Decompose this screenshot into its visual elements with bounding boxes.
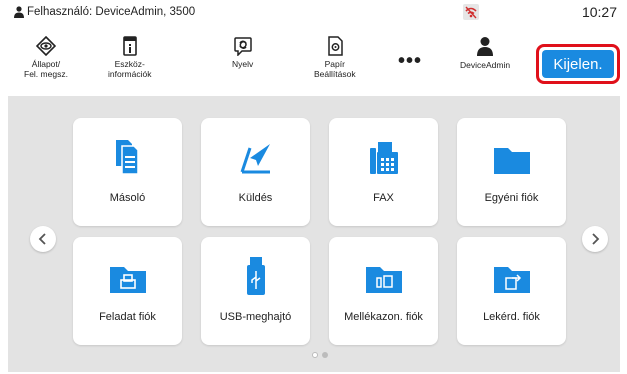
page-dot-current [312,352,318,358]
tile-label: Lekérd. fiók [483,311,540,323]
status-eye-icon [35,36,56,56]
logged-in-user: Felhasználó: DeviceAdmin, 3500 [14,6,195,18]
paper-settings-button[interactable]: Papír Beállítások [314,36,356,79]
device-info-icon [122,36,137,56]
language-button[interactable]: Nyelv [232,36,253,69]
usb-icon [246,257,265,295]
send-icon [240,144,270,174]
more-options-button[interactable]: ••• [398,51,422,71]
tile-label: Egyéni fiók [484,192,539,204]
user-account-button[interactable]: DeviceAdmin [460,36,510,70]
language-label: Nyelv [232,59,254,69]
status-label-1: Állapot/ [31,59,61,69]
paper-label-2: Beállítások [314,69,356,79]
paper-label-1: Papír [324,59,345,69]
tile-label: Küldés [238,192,273,204]
tile-subaddress-box[interactable]: Mellékazon. fiók [329,237,438,345]
chevron-right-icon [592,233,600,245]
tile-custom-box[interactable]: Egyéni fiók [457,118,566,226]
tile-job-box[interactable]: Feladat fiók [73,237,182,345]
tile-label: Másoló [109,192,146,204]
tile-label: FAX [373,192,394,204]
tile-polling-box[interactable]: Lekérd. fiók [457,237,566,345]
wifi-disabled-icon [463,4,479,20]
job-box-icon [109,267,146,293]
page-dot [322,352,328,358]
status-job-cancel-button[interactable]: Állapot/ Fel. megsz. [24,36,68,79]
user-account-label: DeviceAdmin [460,60,511,70]
logged-in-user-text: Felhasználó: DeviceAdmin, 3500 [27,6,196,18]
user-icon [14,6,24,18]
language-icon [233,37,252,56]
subaddress-box-icon [365,267,402,293]
logout-button[interactable]: Kijelen. [542,50,614,78]
tile-send[interactable]: Küldés [201,118,310,226]
next-page-button[interactable] [582,226,608,252]
status-label-2: Fel. megsz. [24,69,68,79]
chevron-left-icon [38,233,46,245]
tile-label: USB-meghajtó [219,311,292,323]
paper-settings-icon [328,36,343,56]
toolbar: Állapot/ Fel. megsz. Eszköz- információk… [0,26,627,96]
tile-label: Mellékazon. fiók [344,311,423,323]
device-info-label-1: Eszköz- [114,59,145,69]
user-account-icon [477,37,494,56]
tile-label: Feladat fiók [99,311,156,323]
device-info-label-2: információk [108,69,152,79]
clock: 10:27 [581,4,617,20]
page-indicator [312,352,328,358]
copy-icon [115,140,139,175]
polling-box-icon [493,267,530,293]
folder-icon [493,148,530,174]
device-info-button[interactable]: Eszköz- információk [108,36,151,79]
previous-page-button[interactable] [30,226,56,252]
logout-button-highlight[interactable]: Kijelen. [536,44,620,84]
tile-fax[interactable]: FAX [329,118,438,226]
fax-icon [369,142,398,174]
tile-copy[interactable]: Másoló [73,118,182,226]
status-bar: Felhasználó: DeviceAdmin, 3500 10:27 [0,0,627,26]
tile-usb-drive[interactable]: USB-meghajtó [201,237,310,345]
home-screen: Másoló Küldés FAX Egyéni fiók Feladat fi… [8,96,620,372]
